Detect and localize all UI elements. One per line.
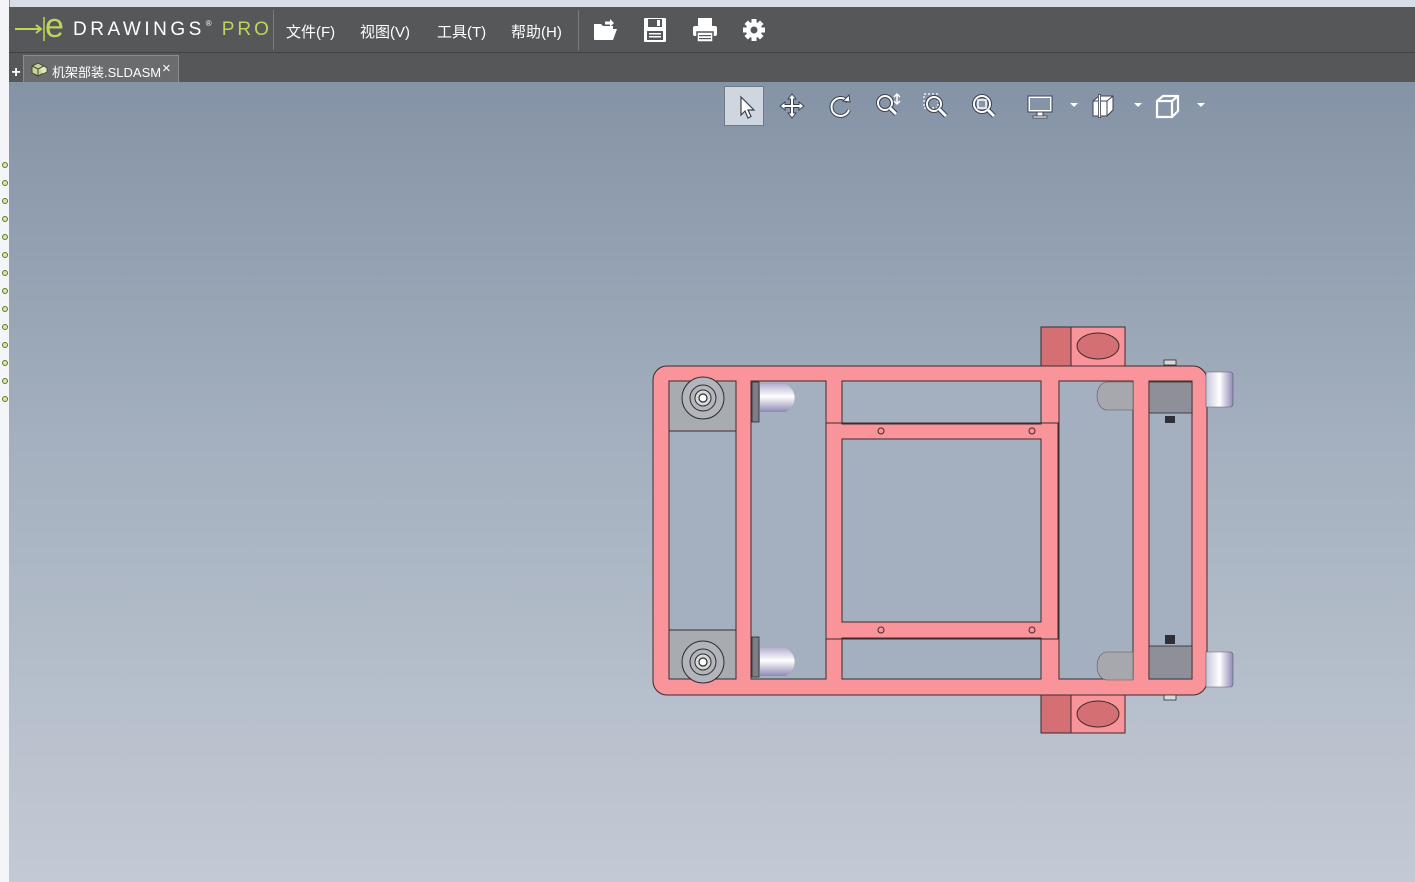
menu-separator [273, 10, 274, 50]
3d-viewport[interactable] [9, 82, 1415, 882]
edrawings-logo: e DRAWINGS® PRO [9, 7, 273, 52]
logo-e: e [45, 7, 64, 45]
menu-tools[interactable]: 工具(T) [437, 21, 486, 42]
logo-reg: ® [205, 19, 212, 28]
tree-node-icon [2, 306, 8, 312]
tree-node-icon [2, 162, 8, 168]
tree-node-icon [2, 342, 8, 348]
logo-edition: PRO [221, 19, 272, 40]
document-tab-bar: + 机架部装.SLDASM × [9, 53, 1415, 82]
document-tab-label: 机架部装.SLDASM [52, 65, 162, 80]
tree-node-icon [2, 180, 8, 186]
close-tab-icon[interactable]: × [162, 60, 171, 77]
logo-text: DRAWINGS® PRO [73, 19, 272, 41]
tree-node-icon [2, 270, 8, 276]
save-icon[interactable] [641, 16, 669, 44]
menu-file[interactable]: 文件(F) [286, 21, 335, 42]
tree-node-icon [2, 234, 8, 240]
open-icon[interactable] [591, 16, 619, 44]
document-tab[interactable]: 机架部装.SLDASM × [23, 55, 179, 82]
assembly-icon [31, 62, 48, 77]
tree-node-icon [2, 198, 8, 204]
menu-view[interactable]: 视图(V) [360, 21, 410, 42]
tree-node-icon [2, 324, 8, 330]
tree-node-icon [2, 378, 8, 384]
new-tab-button[interactable]: + [9, 65, 23, 81]
settings-icon[interactable] [740, 16, 768, 44]
tree-node-icon [2, 360, 8, 366]
menu-help[interactable]: 帮助(H) [511, 21, 562, 42]
window-title-sliver [9, 0, 1415, 7]
menu-bar: e DRAWINGS® PRO 文件(F) 视图(V) 工具(T) 帮助(H) [9, 7, 1415, 53]
print-icon[interactable] [691, 16, 719, 44]
menu-separator [578, 10, 579, 50]
tree-node-icon [2, 396, 8, 402]
tree-node-icon [2, 216, 8, 222]
logo-name: DRAWINGS [73, 19, 205, 40]
tree-node-icon [2, 288, 8, 294]
frame-assembly-model[interactable] [9, 82, 1415, 882]
tree-node-icon [2, 252, 8, 258]
